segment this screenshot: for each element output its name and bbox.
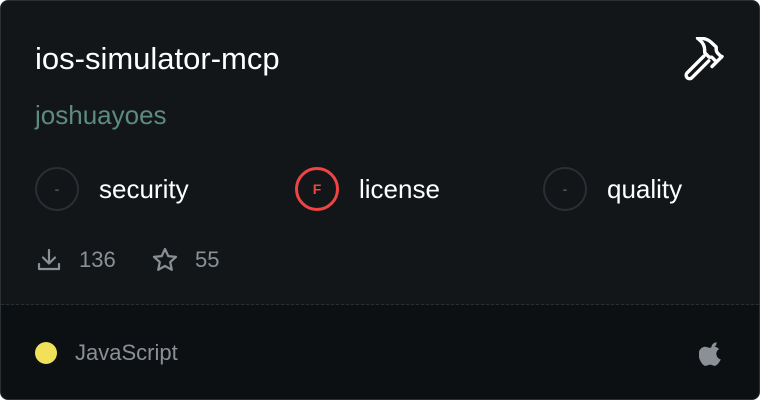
quality-grade-badge: -: [543, 167, 587, 211]
author-link[interactable]: joshuayoes: [35, 97, 167, 133]
language-label: JavaScript: [75, 340, 178, 365]
license-label: license: [359, 173, 440, 204]
apple-icon: [699, 342, 721, 366]
download-icon: [37, 248, 61, 271]
star-icon: [152, 247, 178, 271]
hammer-icon: [684, 37, 724, 81]
stars-stat: 55: [151, 244, 219, 276]
downloads-stat: 136: [35, 244, 116, 276]
stars-count: 55: [195, 247, 220, 272]
card-title[interactable]: ios-simulator-mcp: [35, 39, 280, 79]
language-color-dot: [35, 342, 57, 364]
security-label: security: [99, 173, 189, 204]
score-quality: - quality: [543, 165, 682, 213]
downloads-count: 136: [79, 247, 116, 272]
score-license: F license: [295, 165, 440, 213]
quality-label: quality: [607, 173, 683, 204]
security-grade-badge: -: [35, 167, 79, 211]
license-grade-badge: F: [295, 167, 339, 211]
card-footer: JavaScript: [1, 305, 759, 399]
score-security: - security: [35, 165, 189, 213]
server-card[interactable]: ios-simulator-mcp joshuayoes - security …: [0, 0, 760, 400]
